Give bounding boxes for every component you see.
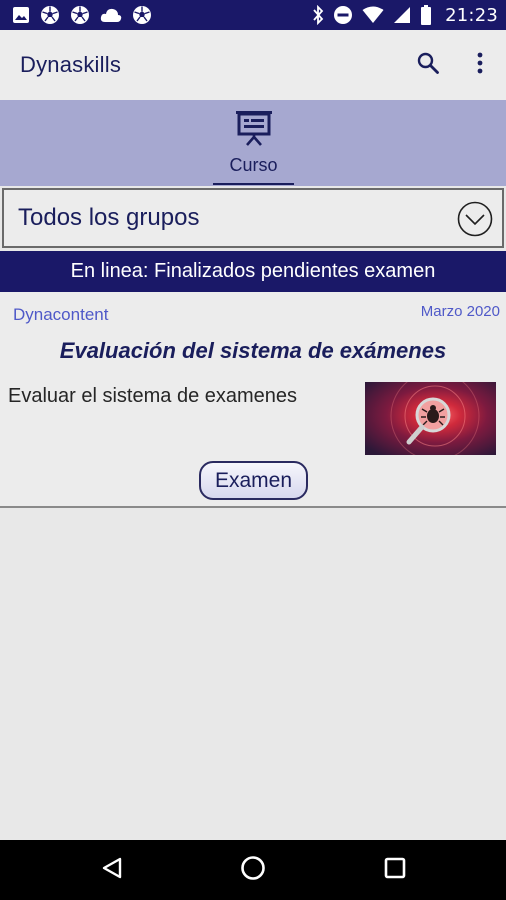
notification-icons: [12, 5, 152, 25]
back-icon: [101, 857, 123, 884]
navigation-bar: [0, 840, 506, 900]
course-title: Evaluación del sistema de exámenes: [59, 338, 447, 363]
soccer-ball-icon: [40, 5, 60, 25]
group-filter-dropdown[interactable]: Todos los grupos: [2, 188, 504, 248]
soccer-ball-icon: [70, 5, 90, 25]
presentation-icon: [235, 108, 273, 151]
chevron-down-circle-icon: [457, 201, 493, 242]
bluetooth-icon: [312, 5, 324, 25]
app-bar: Dynaskills: [0, 30, 506, 100]
image-icon: [12, 6, 30, 24]
do-not-disturb-icon: [333, 5, 353, 25]
soccer-ball-icon: [132, 5, 152, 25]
search-icon: [416, 51, 440, 80]
course-source: Dynacontent: [13, 305, 109, 324]
app-actions: [402, 39, 506, 91]
tab-bar: Curso: [0, 100, 506, 186]
recents-icon: [384, 857, 406, 884]
course-date: Marzo 2020: [420, 303, 500, 320]
cloud-icon: [100, 7, 122, 23]
recents-button[interactable]: [375, 850, 415, 890]
tab-curso[interactable]: Curso: [213, 100, 294, 186]
wifi-icon: [362, 6, 384, 24]
group-filter-value: Todos los grupos: [18, 204, 200, 231]
battery-icon: [420, 5, 432, 25]
app-title: Dynaskills: [20, 52, 122, 77]
search-button[interactable]: [402, 39, 454, 91]
home-button[interactable]: [233, 850, 273, 890]
status-bar: 21:23: [0, 0, 506, 30]
exam-button[interactable]: Examen: [199, 461, 308, 500]
tab-label: Curso: [229, 155, 278, 175]
clock: 21:23: [445, 4, 498, 26]
more-vert-icon: [477, 52, 483, 79]
overflow-menu-button[interactable]: [454, 39, 506, 91]
back-button[interactable]: [92, 850, 132, 890]
course-description: Evaluar el sistema de examenes: [8, 385, 298, 407]
status-banner: En linea: Finalizados pendientes examen: [0, 251, 506, 292]
signal-icon: [393, 6, 411, 24]
course-thumbnail: [365, 371, 496, 461]
tab-selected-indicator: [213, 183, 294, 185]
system-icons: 21:23: [312, 5, 498, 26]
home-icon: [240, 855, 266, 886]
course-card[interactable]: Dynacontent Marzo 2020 Evaluación del si…: [0, 292, 506, 508]
